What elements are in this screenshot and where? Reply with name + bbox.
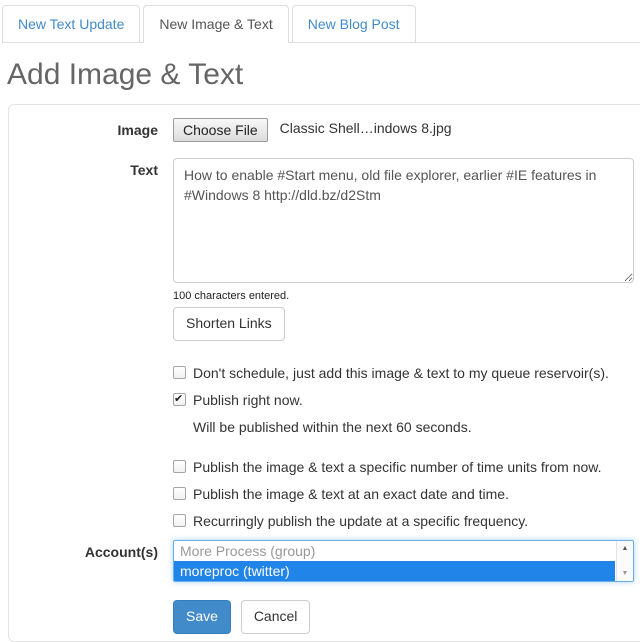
option-recurring-publish[interactable]: Recurringly publish the update at a spec… [173, 513, 634, 529]
option-publish-now[interactable]: Publish right now. [173, 392, 634, 408]
accounts-select[interactable]: More Process (group) moreproc (twitter) … [173, 539, 634, 582]
selected-file-name: Classic Shell…indows 8.jpg [279, 120, 452, 136]
shorten-links-button[interactable]: Shorten Links [173, 307, 285, 341]
option-label: Don't schedule, just add this image & te… [193, 364, 609, 381]
publish-exact-checkbox[interactable] [173, 486, 186, 500]
tab-new-blog-post[interactable]: New Blog Post [291, 5, 416, 43]
tab-bar: New Text Update New Image & Text New Blo… [2, 5, 640, 43]
tab-new-text-update[interactable]: New Text Update [2, 5, 141, 43]
publish-relative-checkbox[interactable] [173, 459, 186, 473]
publish-now-note: Will be published within the next 60 sec… [193, 418, 472, 435]
page-title: Add Image & Text [7, 58, 244, 91]
account-option-twitter[interactable]: moreproc (twitter) [174, 560, 615, 581]
accounts-row: Account(s) More Process (group) moreproc… [9, 539, 640, 637]
character-count: 100 characters entered. [173, 290, 290, 302]
option-dont-schedule[interactable]: Don't schedule, just add this image & te… [173, 365, 634, 381]
image-label: Image [117, 122, 158, 138]
option-label: Publish the image & text at an exact dat… [193, 485, 509, 502]
option-label: Publish right now. [193, 391, 303, 408]
scroll-down-icon[interactable]: ▼ [622, 570, 629, 577]
scroll-up-icon[interactable]: ▲ [622, 545, 629, 552]
publish-now-checkbox[interactable] [173, 392, 186, 406]
add-image-text-form-panel: Image Choose File Classic Shell…indows 8… [8, 104, 640, 642]
image-row: Image Choose File Classic Shell…indows 8… [9, 118, 640, 142]
option-publish-relative-time[interactable]: Publish the image & text a specific numb… [173, 459, 634, 475]
accounts-label: Account(s) [84, 543, 158, 560]
choose-file-button[interactable]: Choose File [173, 118, 268, 142]
account-option-group[interactable]: More Process (group) [174, 541, 615, 561]
tab-new-image-and-text[interactable]: New Image & Text [143, 5, 289, 43]
cancel-button[interactable]: Cancel [240, 599, 311, 634]
save-button[interactable]: Save [173, 599, 231, 634]
text-label: Text [130, 162, 158, 178]
dont-schedule-checkbox[interactable] [173, 365, 186, 379]
option-label: Publish the image & text a specific numb… [193, 458, 602, 475]
select-scrollbar[interactable]: ▲ ▼ [616, 540, 633, 581]
recurring-publish-checkbox[interactable] [173, 513, 186, 527]
text-input[interactable]: How to enable #Start menu, old file expl… [173, 158, 634, 283]
option-label: Recurringly publish the update at a spec… [193, 512, 529, 529]
text-row: Text How to enable #Start menu, old file… [9, 158, 640, 540]
option-publish-exact-datetime[interactable]: Publish the image & text at an exact dat… [173, 486, 634, 502]
